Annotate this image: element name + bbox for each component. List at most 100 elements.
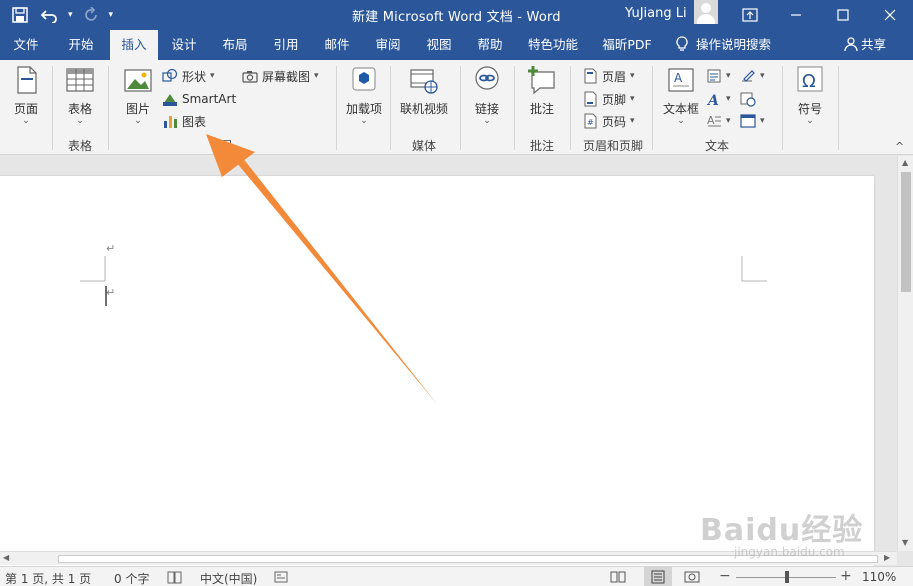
share-label: 共享 <box>861 37 887 52</box>
zoom-in-button[interactable]: + <box>840 568 852 584</box>
wordart-button[interactable]: A ▾ <box>706 89 731 109</box>
save-button[interactable] <box>8 4 32 26</box>
addins-button[interactable]: 加载项 ⌄ <box>344 64 384 126</box>
maximize-button[interactable] <box>820 0 866 30</box>
tab-references[interactable]: 引用 <box>264 30 308 60</box>
paragraph-mark: ↵ <box>106 286 115 299</box>
zoom-out-button[interactable]: − <box>719 568 731 584</box>
chart-button[interactable]: 图表 <box>162 111 206 131</box>
vertical-scrollbar[interactable]: ▲ ▼ <box>897 156 913 551</box>
read-mode-button[interactable] <box>610 570 626 586</box>
tab-mailings[interactable]: 邮件 <box>315 30 359 60</box>
undo-button[interactable] <box>38 4 62 26</box>
maximize-icon <box>837 9 849 21</box>
undo-dropdown-icon[interactable]: ▾ <box>68 10 73 20</box>
footer-button[interactable]: 页脚 ▾ <box>582 89 635 109</box>
pages-button[interactable]: 页面 ⌄ <box>6 64 46 126</box>
header-dropdown-icon: ▾ <box>630 71 635 81</box>
tab-layout[interactable]: 布局 <box>213 30 257 60</box>
collapse-ribbon-icon[interactable]: ^ <box>895 140 904 153</box>
calendar-icon <box>740 92 756 107</box>
redo-button[interactable] <box>79 4 103 26</box>
tab-view[interactable]: 视图 <box>417 30 461 60</box>
scroll-right-icon[interactable]: ▶ <box>884 553 890 562</box>
tab-help[interactable]: 帮助 <box>468 30 512 60</box>
group-label-text: 文本 <box>704 139 729 153</box>
tab-file[interactable]: 文件 <box>4 30 48 60</box>
watermark-sub: jingyan.baidu.com <box>734 545 845 559</box>
tab-featured[interactable]: 特色功能 <box>522 30 584 60</box>
textbox-button[interactable]: A 文本框 ⌄ <box>660 64 702 126</box>
shapes-button[interactable]: 形状 ▾ <box>162 66 215 86</box>
close-button[interactable] <box>867 0 913 30</box>
minimize-button[interactable] <box>773 0 819 30</box>
group-divider <box>108 66 109 150</box>
scroll-down-icon[interactable]: ▼ <box>902 538 908 547</box>
page-number-button[interactable]: # 页码 ▾ <box>582 111 635 131</box>
scroll-up-icon[interactable]: ▲ <box>902 158 908 167</box>
group-divider <box>570 66 571 150</box>
customize-qat-icon[interactable]: ▾ <box>109 10 114 20</box>
group-divider <box>652 66 653 150</box>
screenshot-button[interactable]: 屏幕截图 ▾ <box>242 66 319 86</box>
quick-parts-icon <box>707 69 721 83</box>
tell-me-search[interactable]: 操作说明搜索 <box>676 30 771 60</box>
table-label: 表格 <box>67 102 92 116</box>
tab-design[interactable]: 设计 <box>162 30 206 60</box>
date-time-button[interactable] <box>740 89 756 109</box>
ribbon-display-options-button[interactable] <box>727 0 773 30</box>
pictures-button[interactable]: 图片 ⌄ <box>118 64 158 126</box>
print-layout-button[interactable] <box>644 567 672 586</box>
wordart-icon: A <box>706 93 719 107</box>
document-area: ↵ ↵ <box>0 156 897 576</box>
pictures-label: 图片 <box>125 102 150 116</box>
header-button[interactable]: 页眉 ▾ <box>582 66 635 86</box>
signature-line-button[interactable]: ▾ <box>740 66 765 86</box>
proofing-icon[interactable] <box>167 570 183 586</box>
online-video-button[interactable]: 联机视频 <box>396 64 452 116</box>
person-icon <box>844 37 858 52</box>
drop-cap-button[interactable]: A ▾ <box>706 111 731 131</box>
chart-label: 图表 <box>182 114 207 129</box>
links-dropdown-icon: ⌄ <box>483 116 491 126</box>
redo-icon <box>84 7 97 21</box>
group-label-media: 媒体 <box>411 139 436 153</box>
tab-review[interactable]: 审阅 <box>366 30 410 60</box>
scroll-left-icon[interactable]: ◀ <box>3 553 9 562</box>
group-divider <box>460 66 461 150</box>
online-video-label: 联机视频 <box>399 102 448 116</box>
watermark-main: Baidu经验 <box>700 513 864 548</box>
tab-foxit-pdf[interactable]: 福昕PDF <box>596 30 658 60</box>
zoom-slider-thumb[interactable] <box>785 571 789 583</box>
zoom-level[interactable]: 110% <box>862 570 896 584</box>
macro-icon[interactable] <box>274 570 288 586</box>
object-button[interactable]: ▾ <box>740 111 765 131</box>
comment-label: 批注 <box>529 102 554 116</box>
quick-parts-button[interactable]: ▾ <box>706 66 731 86</box>
user-name[interactable]: YuJiang Li <box>625 6 687 21</box>
svg-text:Ω: Ω <box>802 71 816 92</box>
language[interactable]: 中文(中国) <box>200 570 257 586</box>
smartart-button[interactable]: SmartArt <box>162 89 236 109</box>
word-count[interactable]: 0 个字 <box>114 570 149 586</box>
vertical-scroll-thumb[interactable] <box>901 172 911 292</box>
tab-home[interactable]: 开始 <box>56 30 106 60</box>
paragraph-mark: ↵ <box>106 242 115 255</box>
share-button[interactable]: 共享 <box>844 30 886 60</box>
links-label: 链接 <box>474 102 499 116</box>
table-button[interactable]: 表格 ⌄ <box>60 64 100 126</box>
tab-insert[interactable]: 插入 <box>110 30 158 60</box>
watermark: Baidu经验 jingyan.baidu.com <box>700 505 863 559</box>
chart-icon <box>164 116 177 128</box>
avatar[interactable] <box>694 0 718 24</box>
web-layout-button[interactable] <box>684 570 700 586</box>
links-button[interactable]: 链接 ⌄ <box>468 64 506 126</box>
signature-icon <box>742 70 755 82</box>
comment-button[interactable]: 批注 <box>522 64 562 116</box>
page-count[interactable]: 第 1 页, 共 1 页 <box>5 570 91 586</box>
tell-me-label: 操作说明搜索 <box>696 37 772 52</box>
page-number-label: 页码 <box>602 114 627 129</box>
drop-cap-icon: A <box>707 114 721 127</box>
close-icon <box>884 9 896 21</box>
symbol-button[interactable]: Ω 符号 ⌄ <box>790 64 830 126</box>
